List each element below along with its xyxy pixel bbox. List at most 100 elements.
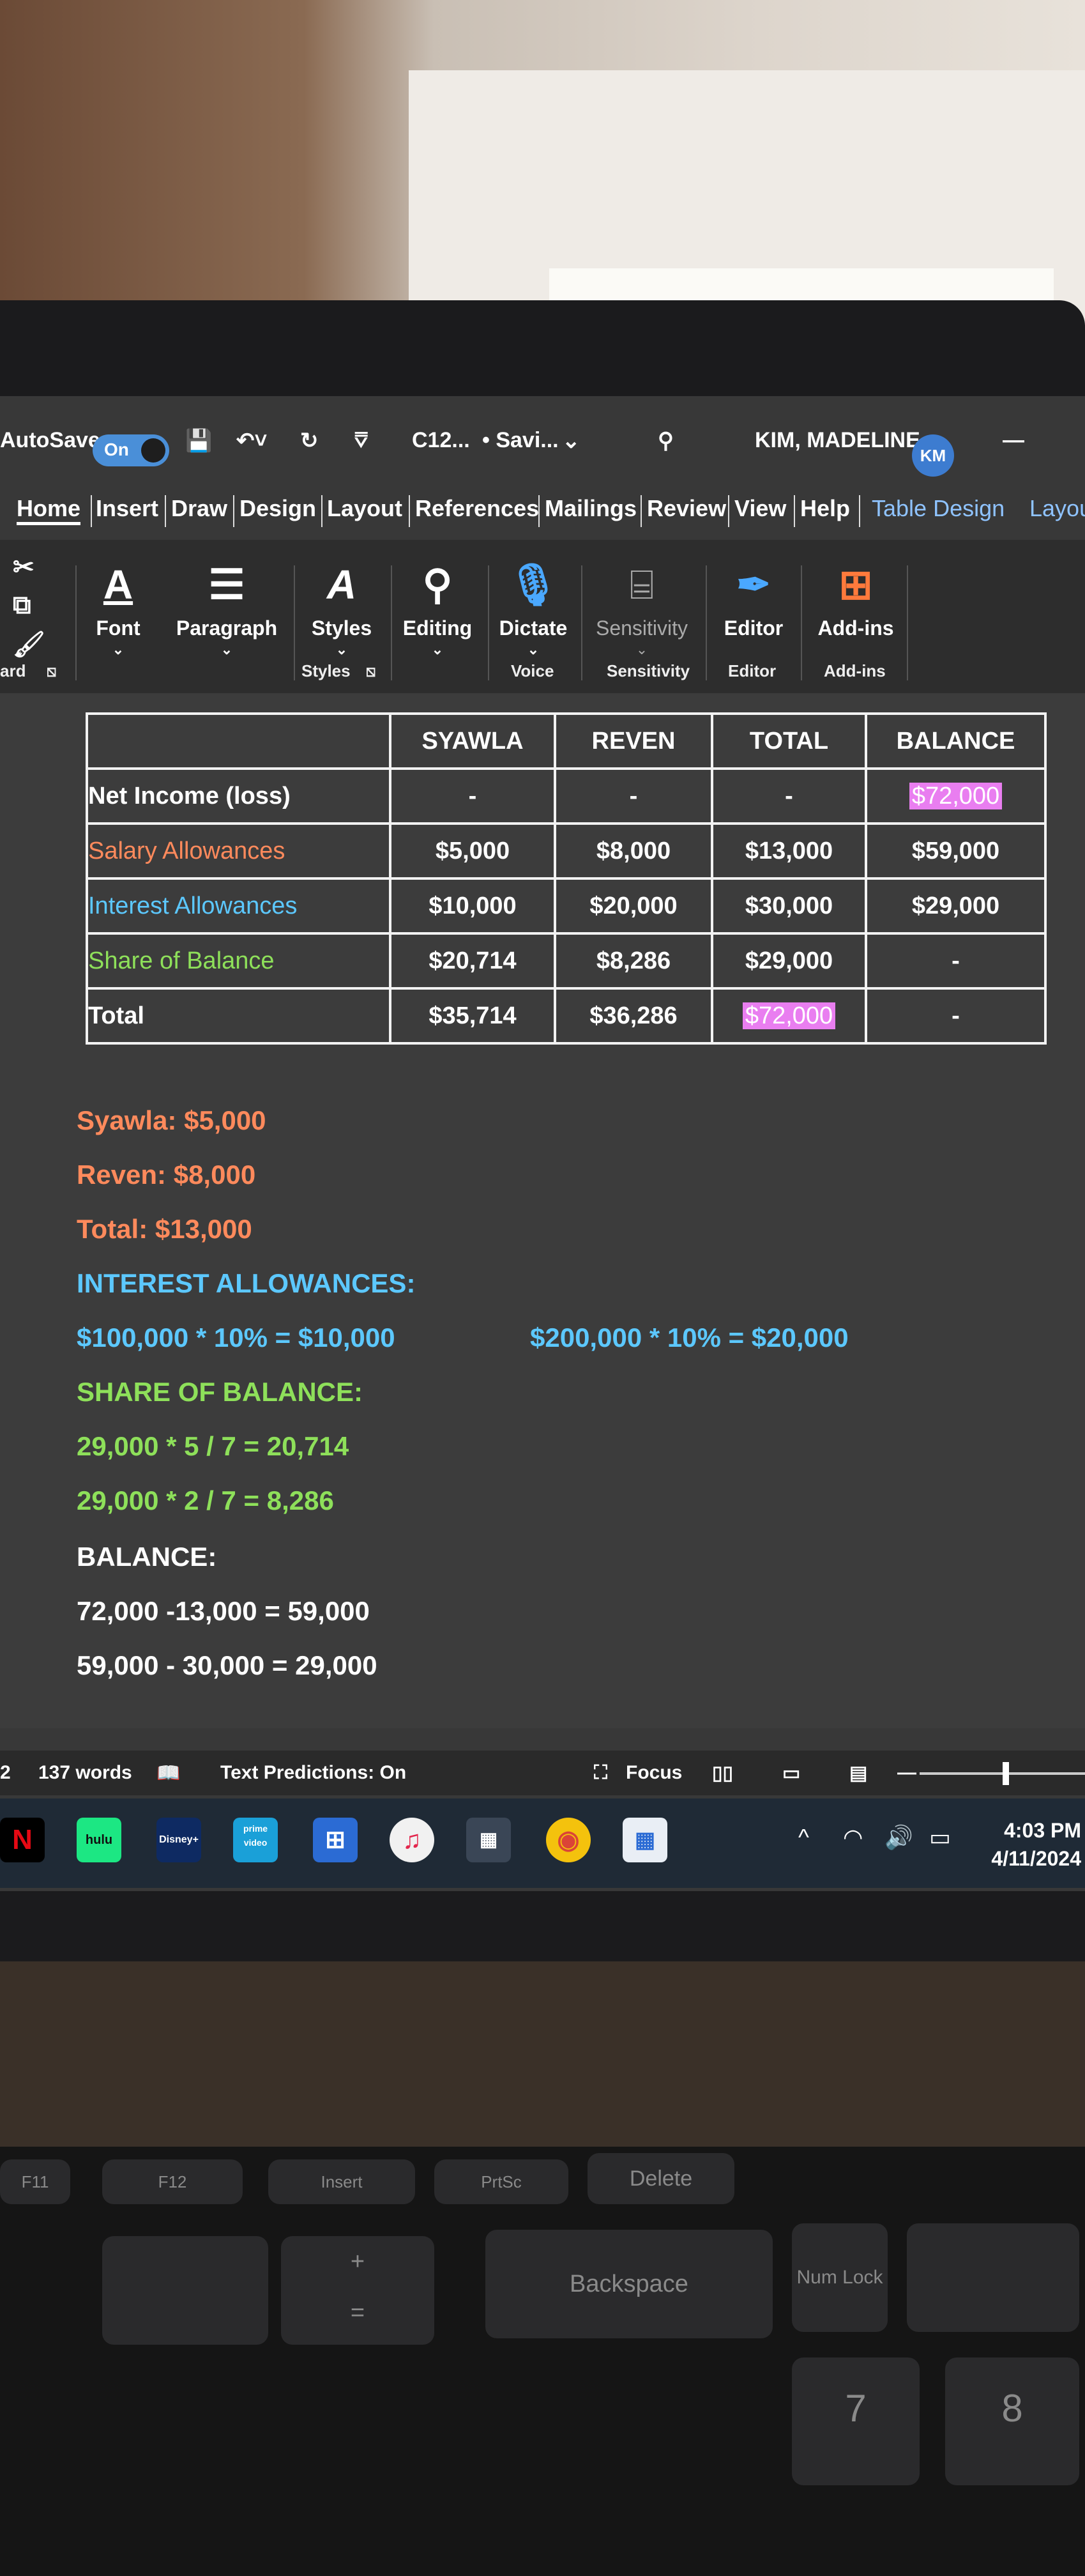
- styles-button[interactable]: A Styles ⌄: [307, 559, 377, 658]
- save-status[interactable]: • Savi...: [482, 428, 559, 453]
- photos-app-icon[interactable]: ▦: [466, 1818, 511, 1862]
- table-cell[interactable]: $20,714: [389, 932, 556, 990]
- key-insert[interactable]: Insert: [268, 2159, 415, 2204]
- calculator-app-icon[interactable]: ▦: [623, 1818, 667, 1862]
- read-mode-icon[interactable]: ▯▯: [712, 1762, 733, 1784]
- system-clock[interactable]: 4:03 PM 4/11/2024: [991, 1816, 1081, 1873]
- customize-toolbar-icon[interactable]: ⩢: [354, 428, 368, 453]
- focus-icon[interactable]: ⛶: [594, 1762, 607, 1784]
- table-header-cell[interactable]: BALANCE: [865, 712, 1047, 770]
- tab-references[interactable]: References: [415, 495, 539, 522]
- editor-button[interactable]: ✒ Editor: [718, 559, 789, 640]
- key-7[interactable]: 7: [792, 2358, 920, 2485]
- row-label[interactable]: Salary Allowances: [86, 822, 391, 880]
- table-cell[interactable]: $20,000: [554, 877, 713, 935]
- page-number[interactable]: 2: [0, 1762, 11, 1784]
- partnership-table[interactable]: SYAWLA REVEN TOTAL BALANCE Net Income (l…: [86, 712, 1047, 1045]
- key-delete[interactable]: Delete: [588, 2153, 734, 2204]
- undo-icon[interactable]: ↶˅: [236, 428, 267, 454]
- tab-review[interactable]: Review: [647, 495, 726, 522]
- sensitivity-button[interactable]: ⌸ Sensitivity ⌄: [591, 559, 693, 658]
- table-cell[interactable]: $29,000: [865, 877, 1047, 935]
- chrome-app-icon[interactable]: ◉: [546, 1818, 591, 1862]
- table-cell[interactable]: -: [865, 987, 1047, 1045]
- key-plus-equals[interactable]: + =: [281, 2236, 434, 2345]
- table-cell[interactable]: $8,286: [554, 932, 713, 990]
- cut-icon[interactable]: ✂: [13, 553, 34, 582]
- chevron-down-icon[interactable]: ⌄: [562, 428, 580, 454]
- dialog-launcher-icon[interactable]: ⧅: [365, 661, 376, 682]
- search-icon[interactable]: ⚲: [658, 428, 674, 454]
- table-cell[interactable]: $59,000: [865, 822, 1047, 880]
- table-header-cell[interactable]: REVEN: [554, 712, 713, 770]
- word-count[interactable]: 137 words: [38, 1762, 132, 1784]
- table-cell[interactable]: -: [554, 767, 713, 825]
- font-button[interactable]: A Font ⌄: [89, 559, 147, 658]
- key-prtsc[interactable]: PrtSc: [434, 2159, 568, 2204]
- key-backspace[interactable]: Backspace: [485, 2230, 773, 2338]
- table-cell[interactable]: $29,000: [711, 932, 867, 990]
- music-app-icon[interactable]: ♫: [390, 1818, 434, 1862]
- netflix-app[interactable]: N: [0, 1818, 45, 1862]
- table-cell[interactable]: $72,000: [711, 987, 867, 1045]
- row-label[interactable]: Net Income (loss): [86, 767, 391, 825]
- text-predictions[interactable]: Text Predictions: On: [220, 1762, 406, 1784]
- print-layout-icon[interactable]: ▭: [782, 1762, 800, 1784]
- tab-table-design[interactable]: Table Design: [872, 495, 1005, 522]
- key-num-lock[interactable]: Num Lock: [792, 2223, 888, 2332]
- table-cell[interactable]: $13,000: [711, 822, 867, 880]
- web-layout-icon[interactable]: ▤: [849, 1762, 867, 1784]
- tab-design[interactable]: Design: [239, 495, 316, 522]
- table-cell[interactable]: $30,000: [711, 877, 867, 935]
- key-divide[interactable]: [907, 2223, 1079, 2332]
- table-cell[interactable]: -: [389, 767, 556, 825]
- tab-insert[interactable]: Insert: [96, 495, 158, 522]
- tab-layout-table[interactable]: Layou: [1029, 495, 1085, 522]
- row-label[interactable]: Total: [86, 987, 391, 1045]
- dictate-button[interactable]: 🎙 Dictate ⌄: [498, 559, 568, 658]
- user-name[interactable]: KIM, MADELINE: [755, 428, 920, 453]
- hulu-app[interactable]: hulu: [77, 1818, 121, 1862]
- avatar[interactable]: KM: [912, 434, 954, 477]
- table-cell[interactable]: $5,000: [389, 822, 556, 880]
- tab-view[interactable]: View: [734, 495, 786, 522]
- row-label[interactable]: Interest Allowances: [86, 877, 391, 935]
- format-painter-icon[interactable]: 🖌: [13, 629, 45, 659]
- table-cell[interactable]: $35,714: [389, 987, 556, 1045]
- tab-home[interactable]: Home: [17, 495, 81, 525]
- prime-video-app[interactable]: prime video: [233, 1818, 278, 1862]
- zoom-slider[interactable]: [920, 1762, 1085, 1785]
- zoom-slider-thumb[interactable]: [1003, 1762, 1009, 1785]
- key-minus[interactable]: [102, 2236, 268, 2345]
- autosave-toggle[interactable]: On: [93, 434, 169, 466]
- table-cell[interactable]: -: [711, 767, 867, 825]
- row-label[interactable]: Share of Balance: [86, 932, 391, 990]
- save-icon[interactable]: 💾: [185, 428, 212, 454]
- redo-icon[interactable]: ↻: [300, 428, 319, 454]
- paragraph-button[interactable]: ☰ Paragraph ⌄: [176, 559, 278, 658]
- key-f12[interactable]: F12: [102, 2159, 243, 2204]
- tab-draw[interactable]: Draw: [171, 495, 227, 522]
- table-cell[interactable]: $10,000: [389, 877, 556, 935]
- table-header-cell[interactable]: SYAWLA: [389, 712, 556, 770]
- table-cell[interactable]: -: [865, 932, 1047, 990]
- battery-icon[interactable]: ▭: [929, 1824, 951, 1851]
- tab-help[interactable]: Help: [800, 495, 850, 522]
- focus-label[interactable]: Focus: [626, 1762, 682, 1784]
- key-f11[interactable]: F11: [0, 2159, 70, 2204]
- table-cell[interactable]: $36,286: [554, 987, 713, 1045]
- tab-layout[interactable]: Layout: [327, 495, 402, 522]
- table-cell[interactable]: $8,000: [554, 822, 713, 880]
- minimize-icon[interactable]: —: [1003, 428, 1024, 453]
- key-8[interactable]: 8: [945, 2358, 1079, 2485]
- dialog-launcher-icon[interactable]: ⧅: [46, 661, 57, 682]
- table-header-cell[interactable]: [86, 712, 391, 770]
- disney-app[interactable]: Disney+: [156, 1818, 201, 1862]
- copy-icon[interactable]: ⧉: [13, 591, 31, 620]
- file-name[interactable]: C12...: [412, 428, 470, 453]
- volume-icon[interactable]: 🔊: [884, 1824, 913, 1851]
- table-cell[interactable]: $72,000: [865, 767, 1047, 825]
- chevron-up-icon[interactable]: ^: [798, 1824, 809, 1851]
- table-header-cell[interactable]: TOTAL: [711, 712, 867, 770]
- zoom-out-icon[interactable]: —: [897, 1762, 916, 1784]
